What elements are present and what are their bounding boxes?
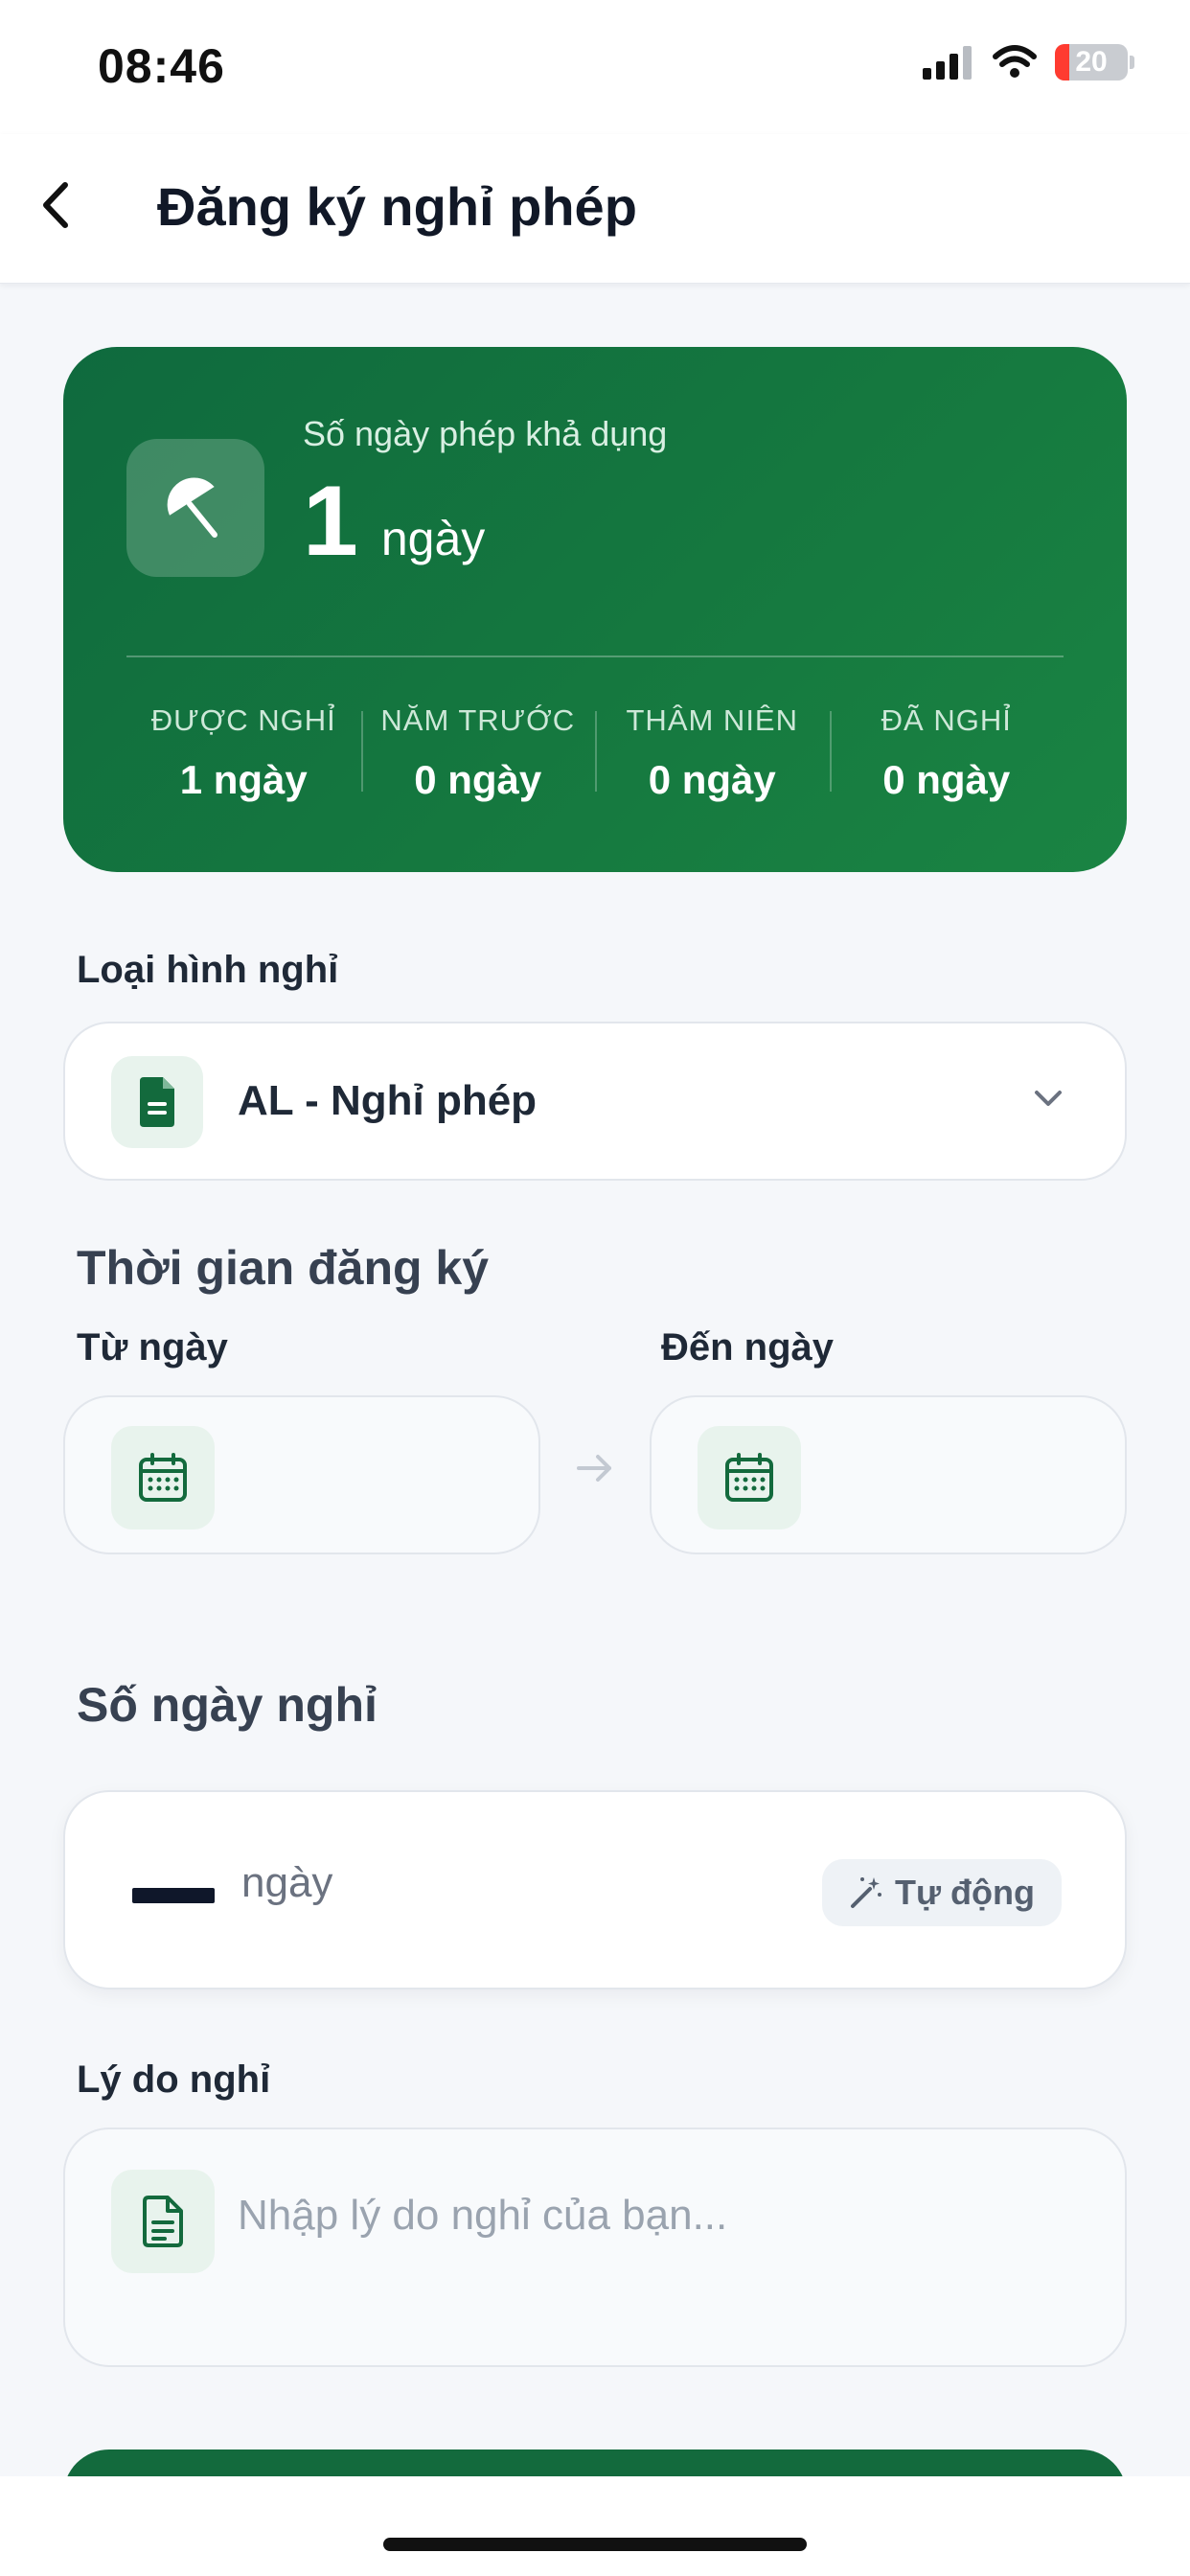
magic-wand-icon [850, 1877, 881, 1908]
stat-label: THÂM NIÊN [626, 703, 798, 737]
calendar-icon-tile [111, 1426, 215, 1530]
umbrella-icon [167, 477, 217, 538]
card-divider [126, 656, 1064, 657]
stat-value: 0 ngày [414, 757, 542, 802]
stat-label: NĂM TRƯỚC [380, 703, 576, 737]
period-section-title: Thời gian đăng ký [77, 1241, 490, 1295]
status-time: 08:46 [98, 39, 225, 93]
chevron-down-icon [1035, 1091, 1062, 1106]
leave-type-select[interactable]: AL - Nghỉ phép [63, 1022, 1127, 1181]
page-title: Đăng ký nghỉ phép [157, 176, 637, 237]
from-date-label: Từ ngày [77, 1326, 228, 1368]
available-days: 1 ngày [303, 472, 485, 571]
stat-used: ĐÃ NGHỈ 0 ngày [829, 703, 1064, 809]
umbrella-icon-tile [126, 439, 264, 577]
auto-calculate-button[interactable]: Tự động [821, 1859, 1062, 1926]
note-icon-tile [111, 2170, 215, 2273]
stat-value: 1 ngày [179, 757, 308, 802]
calendar-icon-tile [698, 1426, 801, 1530]
app-header: Đăng ký nghỉ phép [0, 134, 1190, 284]
to-date-picker[interactable] [650, 1395, 1127, 1554]
to-date-label: Đến ngày [661, 1326, 835, 1368]
chevron-left-icon [43, 182, 68, 228]
arrow-right-icon [577, 1455, 611, 1482]
available-days-unit: ngày [380, 512, 486, 565]
leave-type-value: AL - Nghỉ phép [238, 1077, 538, 1124]
balance-stats: ĐƯỢC NGHỈ 1 ngày NĂM TRƯỚC 0 ngày THÂM N… [126, 703, 1064, 809]
stat-label: ĐƯỢC NGHỈ [150, 703, 336, 737]
days-unit: ngày [241, 1859, 333, 1906]
home-indicator [383, 2538, 807, 2551]
available-days-label: Số ngày phép khả dụng [303, 414, 668, 453]
home-indicator-area [0, 2476, 1190, 2576]
stat-value: 0 ngày [882, 757, 1011, 802]
reason-input[interactable] [238, 2177, 1081, 2254]
days-empty-placeholder [132, 1888, 215, 1903]
auto-calculate-label: Tự động [894, 1873, 1035, 1912]
document-icon-tile [111, 1056, 203, 1148]
calendar-icon [139, 1453, 187, 1502]
cellular-signal-icon [923, 46, 972, 80]
stat-entitled: ĐƯỢC NGHỈ 1 ngày [126, 703, 361, 809]
stat-seniority: THÂM NIÊN 0 ngày [595, 703, 830, 809]
battery-cap [1130, 56, 1134, 69]
days-count-field: ngày Tự động [63, 1790, 1127, 1990]
document-icon [140, 1077, 174, 1127]
status-icons: 20 [923, 44, 1134, 80]
leave-type-label: Loại hình nghỉ [77, 949, 339, 991]
leave-balance-card: Số ngày phép khả dụng 1 ngày ĐƯỢC NGHỈ 1… [63, 347, 1127, 872]
status-bar: 08:46 20 [0, 0, 1190, 134]
back-button[interactable] [38, 157, 86, 253]
stat-previous-year: NĂM TRƯỚC 0 ngày [360, 703, 596, 809]
battery-icon: 20 [1055, 44, 1128, 80]
available-days-value: 1 [303, 466, 358, 577]
note-icon [143, 2196, 183, 2247]
reason-label: Lý do nghỉ [77, 2058, 271, 2101]
battery-level: 20 [1075, 46, 1108, 78]
calendar-icon [725, 1453, 773, 1502]
reason-field[interactable] [63, 2128, 1127, 2367]
days-section-title: Số ngày nghỉ [77, 1678, 378, 1732]
from-date-picker[interactable] [63, 1395, 540, 1554]
stat-value: 0 ngày [648, 757, 776, 802]
stat-label: ĐÃ NGHỈ [881, 703, 1012, 737]
wifi-icon [993, 45, 1037, 78]
